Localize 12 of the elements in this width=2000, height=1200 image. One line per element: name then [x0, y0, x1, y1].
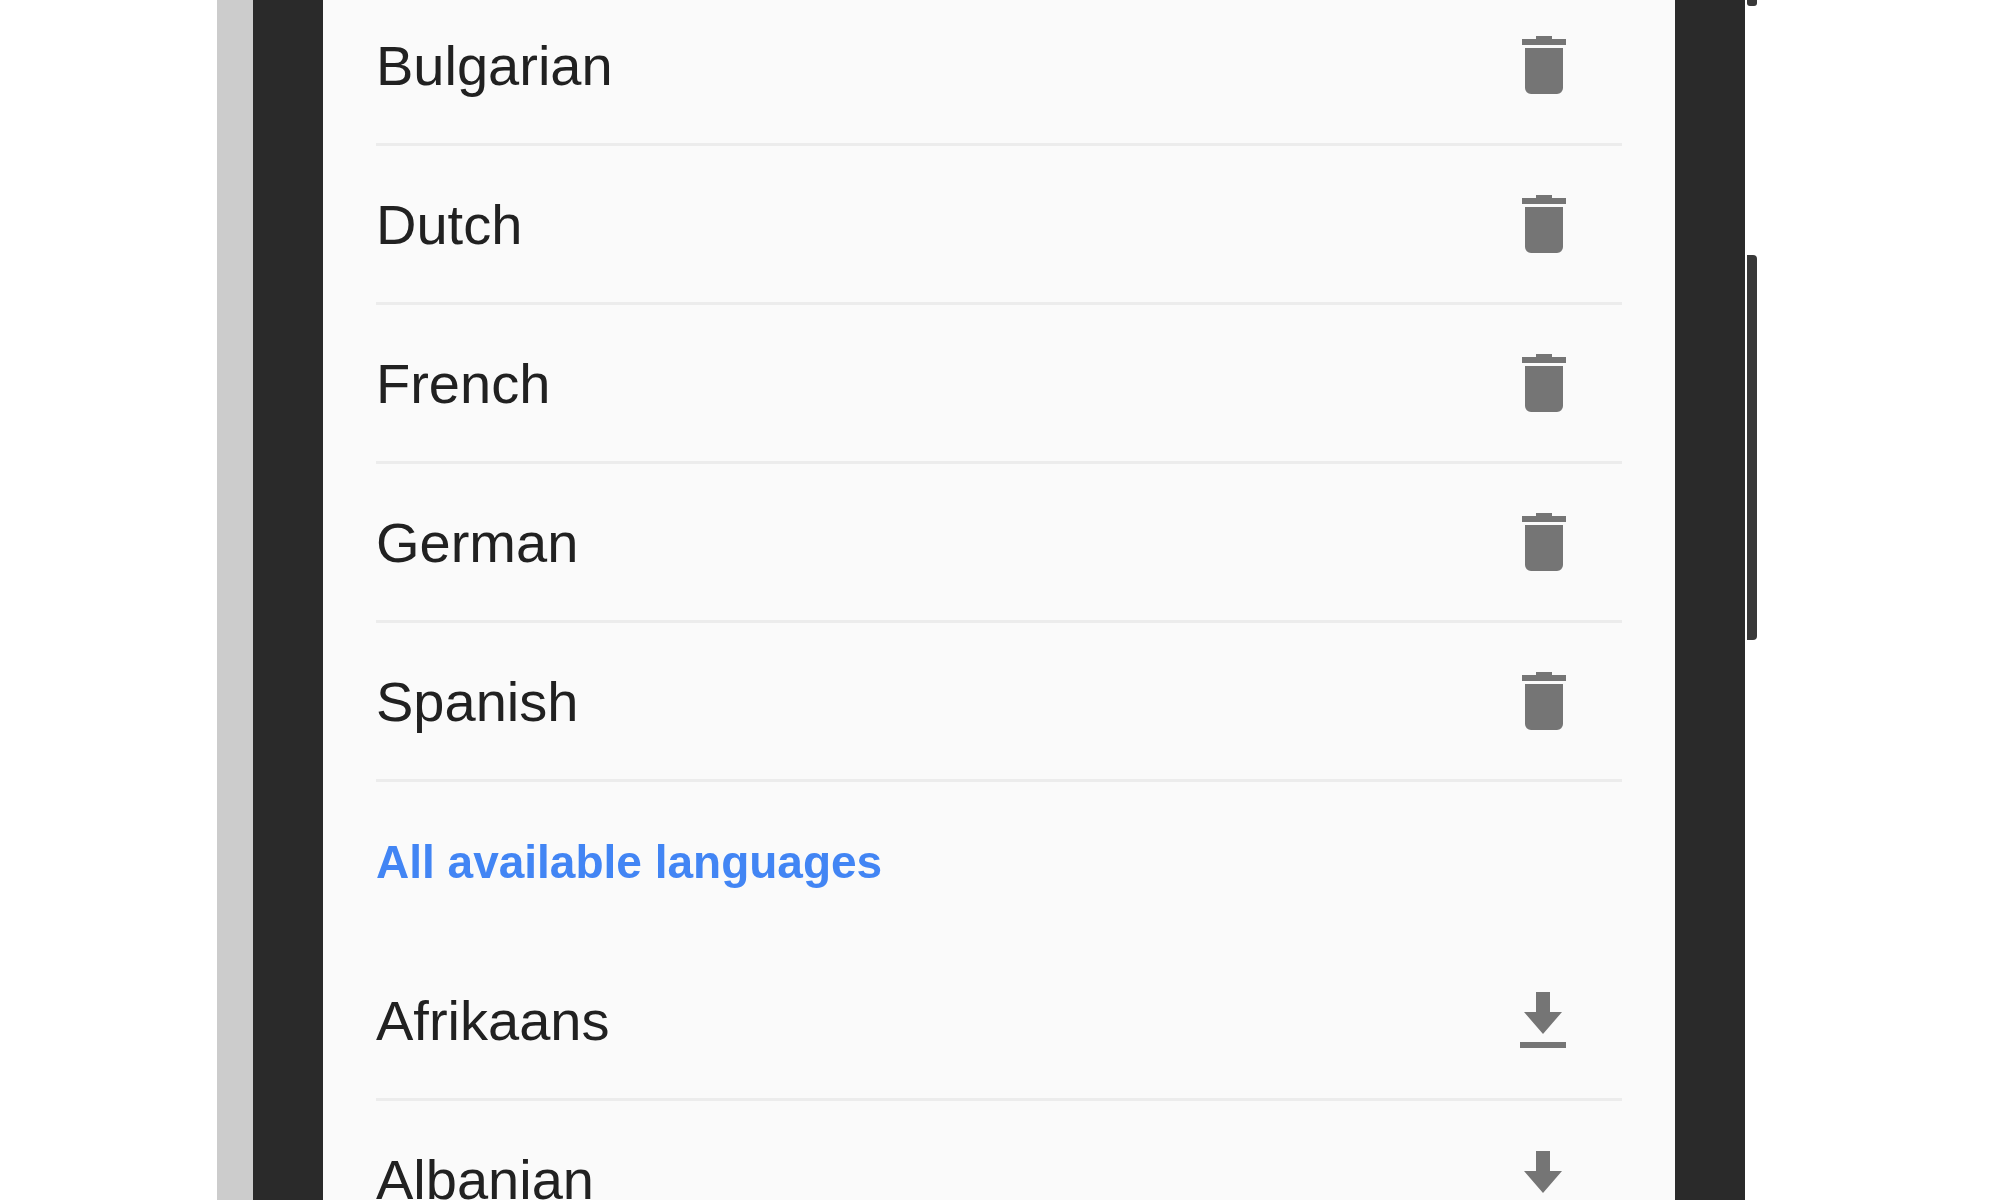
language-name: Dutch: [376, 197, 523, 253]
language-name: French: [376, 356, 551, 412]
trash-icon[interactable]: [1522, 672, 1566, 730]
trash-icon[interactable]: [1522, 36, 1566, 94]
trash-icon[interactable]: [1522, 354, 1566, 412]
language-name: Albanian: [376, 1152, 594, 1200]
download-icon[interactable]: [1520, 992, 1566, 1048]
language-name: Afrikaans: [376, 993, 610, 1049]
section-heading: All available languages: [376, 835, 883, 889]
language-name: German: [376, 515, 579, 571]
trash-icon[interactable]: [1522, 195, 1566, 253]
trash-icon[interactable]: [1522, 513, 1566, 571]
